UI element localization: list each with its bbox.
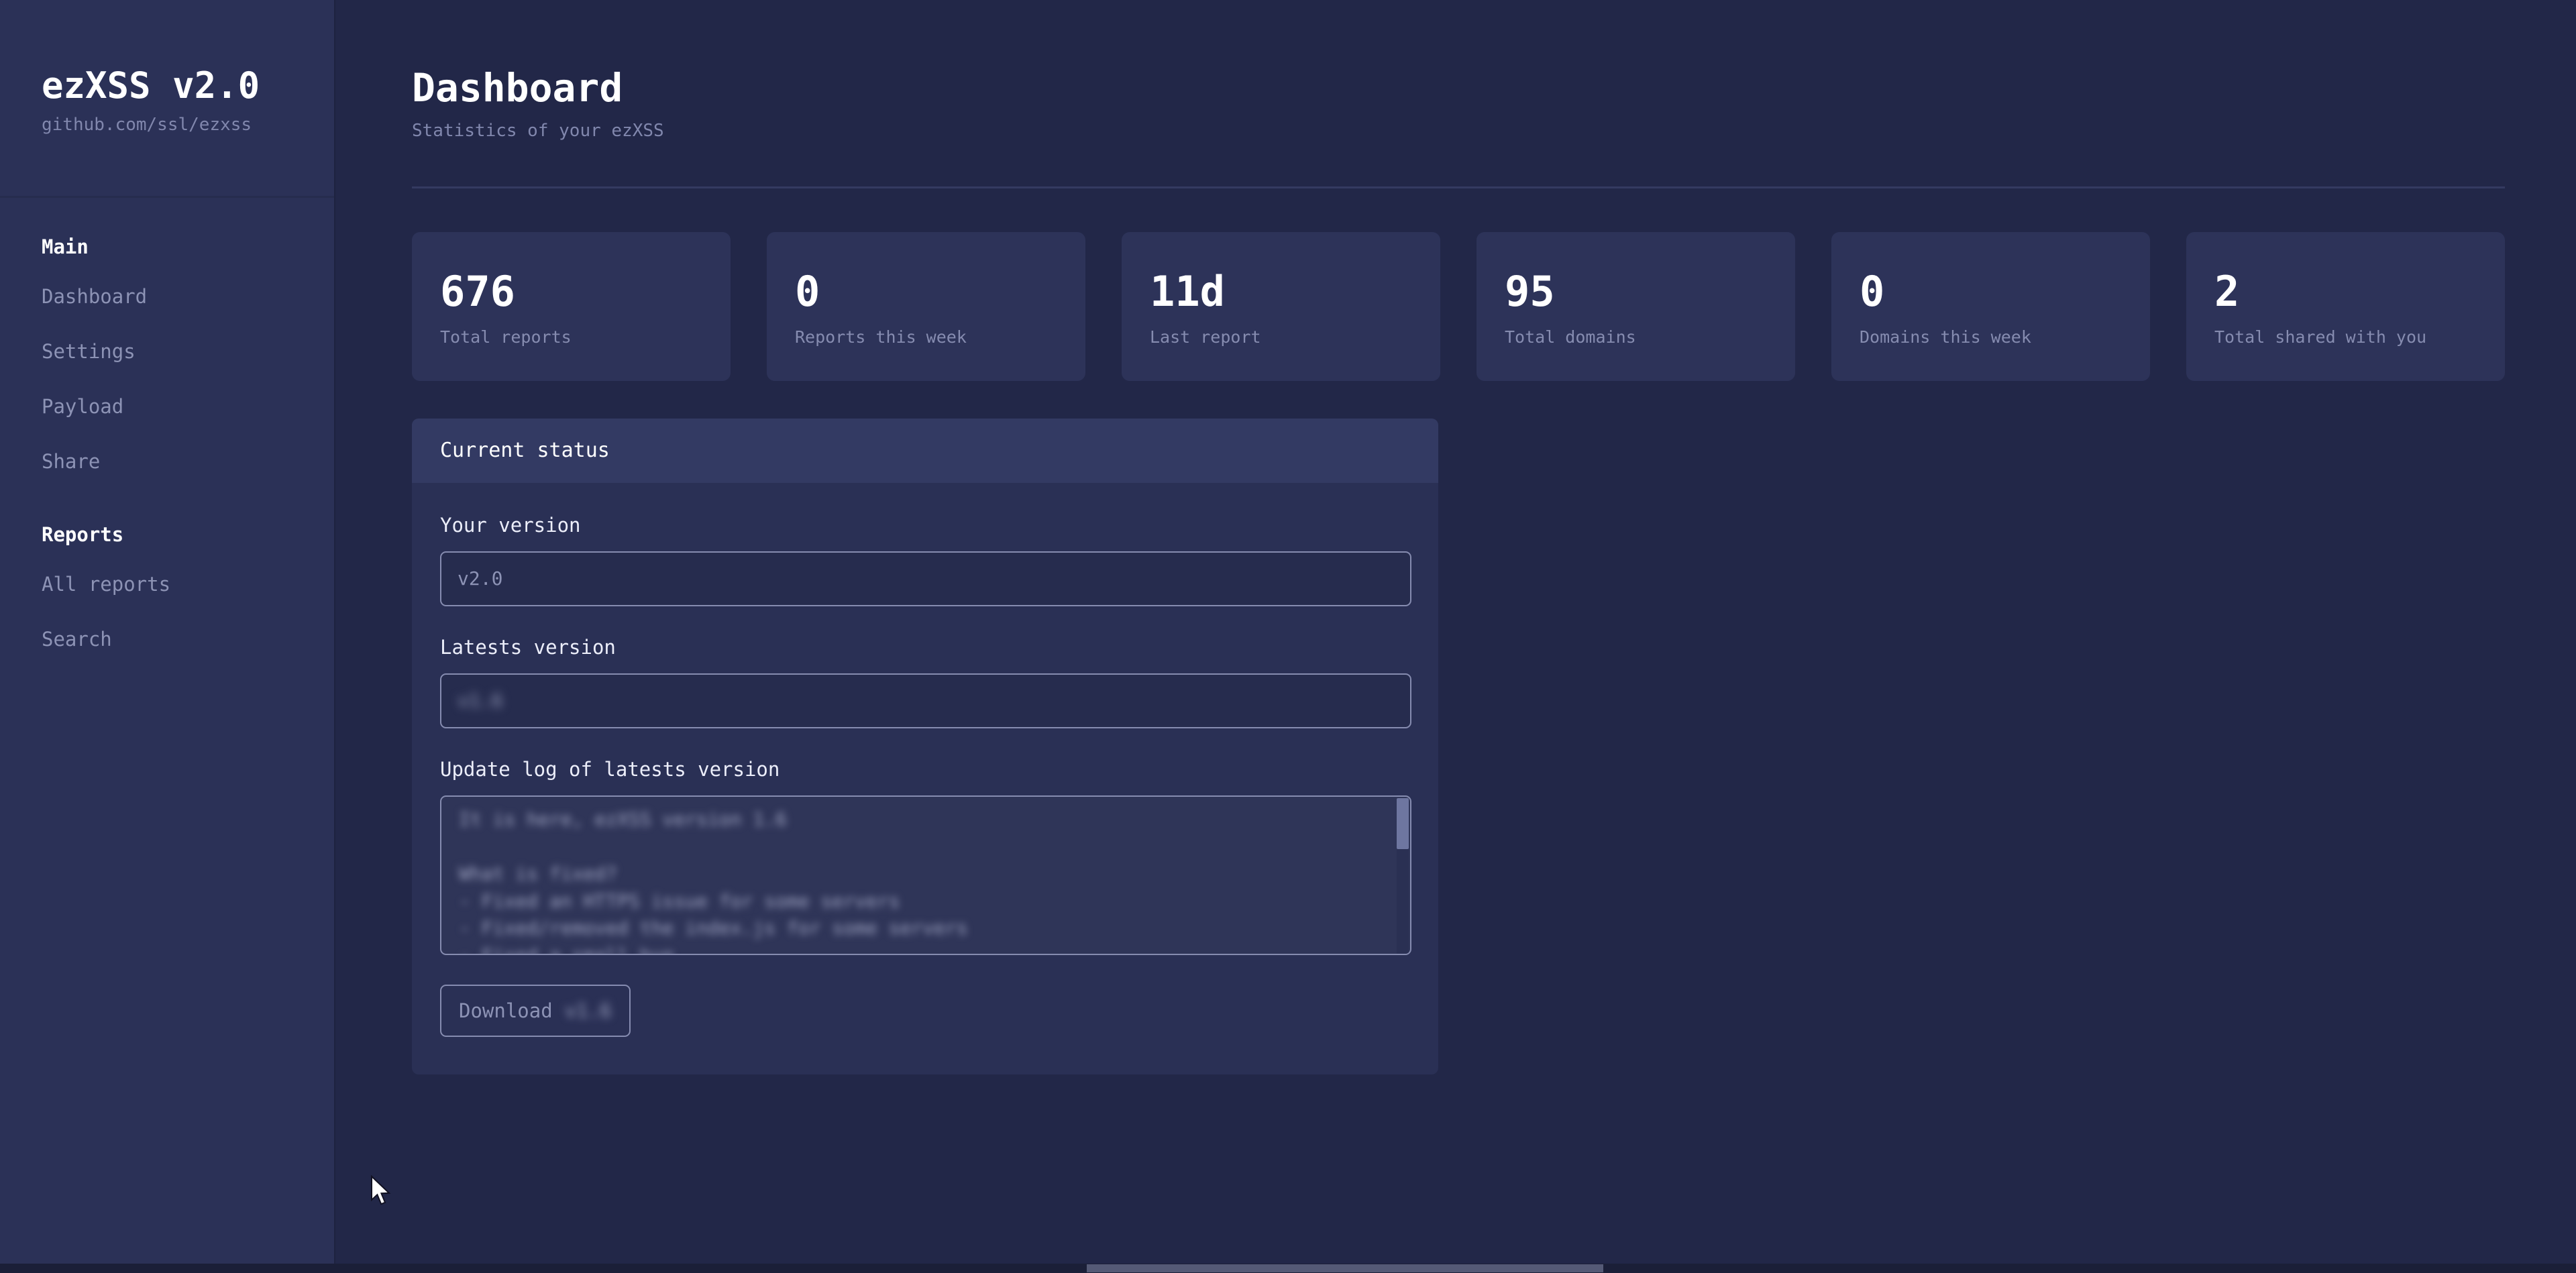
download-button[interactable]: Download v1.6	[440, 984, 631, 1037]
stat-card-last-report: 11d Last report	[1122, 231, 1440, 381]
brand-subtitle-repo-link[interactable]: github.com/ssl/ezxss	[42, 115, 334, 135]
main-content: Dashboard Statistics of your ezXSS 676 T…	[337, 0, 2576, 1273]
update-log-content-blurred: It is here, ezXSS version 1.6 What is fi…	[459, 808, 968, 954]
nav-group-title-main: Main	[42, 235, 89, 258]
sidebar-item-settings[interactable]: Settings	[42, 340, 334, 363]
sidebar-item-dashboard[interactable]: Dashboard	[42, 285, 334, 308]
nav-group-main: Main Dashboard Settings Payload Share	[42, 235, 334, 473]
your-version-input-wrap	[440, 551, 1411, 606]
sidebar: ezXSS v2.0 github.com/ssl/ezxss Main Das…	[0, 0, 335, 1268]
nav-group-title-reports: Reports	[42, 523, 124, 546]
stat-value: 0	[795, 266, 820, 316]
field-update-log: Update log of latests version It is here…	[440, 757, 1411, 955]
brand-block: ezXSS v2.0 github.com/ssl/ezxss	[0, 0, 334, 198]
stat-label: Total domains	[1505, 327, 1636, 347]
field-label-latest-version: Latests version	[440, 635, 616, 659]
page-subtitle: Statistics of your ezXSS	[412, 120, 664, 141]
page-horizontal-scrollbar-track[interactable]	[0, 1264, 2576, 1273]
stat-label: Last report	[1150, 327, 1261, 347]
nav-group-reports: Reports All reports Search	[42, 523, 334, 651]
sidebar-nav: Main Dashboard Settings Payload Share Re…	[0, 198, 334, 651]
field-label-your-version: Your version	[440, 513, 581, 537]
stat-value: 676	[440, 266, 515, 316]
stat-label: Total reports	[440, 327, 572, 347]
update-log-scrollbar-thumb[interactable]	[1397, 797, 1409, 849]
stat-value: 2	[2214, 266, 2240, 316]
field-your-version: Your version	[440, 513, 1411, 606]
stat-label: Reports this week	[795, 327, 967, 347]
current-status-panel: Current status Your version Latests vers…	[412, 418, 1438, 1074]
stat-value: 11d	[1150, 266, 1225, 316]
field-label-update-log: Update log of latests version	[440, 757, 780, 781]
stat-card-total-domains: 95 Total domains	[1477, 231, 1795, 381]
download-button-version-blurred: v1.6	[564, 999, 612, 1022]
stat-label: Domains this week	[1860, 327, 2031, 347]
page-title: Dashboard	[412, 65, 623, 111]
stat-value: 95	[1505, 266, 1555, 316]
field-latest-version: Latests version v1.6	[440, 635, 1411, 728]
panel-header-title: Current status	[412, 418, 1438, 483]
panel-body: Your version Latests version v1.6 Update…	[412, 483, 1438, 1074]
page-horizontal-scrollbar-thumb[interactable]	[1087, 1264, 1603, 1272]
stat-label: Total shared with you	[2214, 327, 2427, 347]
stat-card-reports-this-week: 0 Reports this week	[767, 231, 1085, 381]
stat-card-total-shared-with-you: 2 Total shared with you	[2186, 231, 2505, 381]
update-log-textarea[interactable]: It is here, ezXSS version 1.6 What is fi…	[440, 795, 1411, 955]
header-divider	[412, 186, 2505, 188]
latest-version-input[interactable]	[440, 673, 1411, 728]
sidebar-item-search[interactable]: Search	[42, 628, 334, 651]
your-version-input[interactable]	[440, 551, 1411, 606]
sidebar-item-payload[interactable]: Payload	[42, 395, 334, 418]
stat-value: 0	[1860, 266, 1885, 316]
download-button-label: Download	[459, 999, 553, 1022]
stat-card-total-reports: 676 Total reports	[412, 231, 731, 381]
latest-version-input-wrap: v1.6	[440, 673, 1411, 728]
brand-title: ezXSS v2.0	[42, 64, 260, 107]
sidebar-item-share[interactable]: Share	[42, 450, 334, 473]
stat-card-domains-this-week: 0 Domains this week	[1831, 231, 2150, 381]
sidebar-item-all-reports[interactable]: All reports	[42, 573, 334, 596]
stat-cards-row: 676 Total reports 0 Reports this week 11…	[412, 231, 2505, 381]
